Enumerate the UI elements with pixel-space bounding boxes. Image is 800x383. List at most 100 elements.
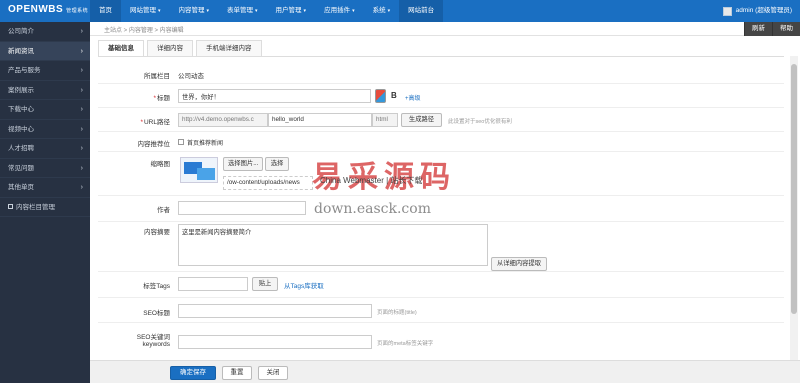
breadcrumb: 主站点 > 内容管理 > 内容编辑	[104, 28, 184, 34]
refresh-button[interactable]: 刷新	[744, 22, 772, 36]
form-actions-bar: 确定保存 重置 关闭	[90, 360, 800, 383]
category-label: 所属栏目	[144, 73, 170, 80]
row-seo-keywords: SEO关键词 keywords 页面的meta标签关键字	[98, 323, 784, 358]
chevron-right-icon: ›	[80, 28, 83, 35]
caret-down-icon: ▾	[158, 8, 161, 14]
seo-title-label: SEO标题	[143, 310, 170, 317]
chevron-right-icon: ›	[80, 184, 83, 191]
url-suffix: html	[372, 113, 398, 127]
row-summary: 内容摘要 这里是新闻内容摘要简介 从详细内容提取	[98, 222, 784, 272]
tags-input[interactable]	[178, 277, 248, 291]
caret-down-icon: ▾	[303, 8, 307, 14]
breadcrumb-bar: 主站点 > 内容管理 > 内容编辑 刷新 帮助	[90, 22, 800, 36]
sidebar-item-company[interactable]: 公司简介 ›	[0, 22, 90, 42]
sidebar-item-videos[interactable]: 视频中心 ›	[0, 120, 90, 139]
paste-tags-button[interactable]: 贴上	[252, 277, 278, 291]
chevron-right-icon: ›	[80, 67, 83, 74]
seo-keywords-label: SEO关键词	[136, 334, 170, 341]
user-menu[interactable]: admin (超级管理员)	[722, 0, 792, 22]
tab-detail-content[interactable]: 详细内容	[147, 40, 193, 56]
nav-plugins[interactable]: 应用插件 ▾	[315, 0, 364, 22]
chevron-right-icon: ›	[80, 125, 83, 133]
required-icon: *	[140, 119, 143, 126]
recommend-checkbox[interactable]	[178, 139, 184, 145]
summary-textarea[interactable]: 这里是新闻内容摘要简介	[178, 224, 488, 266]
caret-down-icon: ▾	[206, 8, 210, 14]
seo-title-input[interactable]	[178, 304, 372, 318]
sidebar: 公司简介 › 新闻资讯 › 产品与服务 › 案例展示 › 下载中心 › 视频中心 › 人才招…	[0, 22, 90, 383]
help-button[interactable]: 帮助	[772, 22, 800, 36]
seo-title-hint: 页面的标题(title)	[377, 310, 417, 316]
chevron-right-icon: ›	[80, 164, 83, 172]
top-nav: 首页 网站管理 ▾ 内容管理 ▾ 表单管理 ▾ 用户管理 ▾ 应用插件 ▾ 系统 ▾ 网站前…	[90, 0, 444, 22]
row-thumbnail: 缩略图 选择图片... 选择 /ow-content/uploads/news	[98, 152, 784, 196]
thumbnail-placeholder-icon	[180, 157, 218, 183]
generate-path-button[interactable]: 生成路径	[401, 113, 442, 127]
seo-keywords-label-en: keywords	[142, 341, 170, 348]
close-button[interactable]: 关闭	[258, 366, 288, 380]
header-actions: 刷新 帮助	[744, 22, 800, 36]
sidebar-item-jobs[interactable]: 人才招聘 ›	[0, 139, 90, 159]
avatar	[722, 6, 732, 16]
bold-toggle[interactable]: B	[391, 91, 397, 100]
color-picker-icon[interactable]	[375, 89, 386, 103]
scrollbar-thumb[interactable]	[791, 64, 797, 314]
nav-frontend[interactable]: 网站前台	[399, 0, 444, 22]
chevron-right-icon: ›	[80, 86, 83, 94]
advanced-link[interactable]: +高级	[405, 93, 421, 102]
reset-button[interactable]: 重置	[222, 366, 252, 380]
tab-mobile-content[interactable]: 手机端详细内容	[196, 40, 262, 56]
nav-user-management[interactable]: 用户管理 ▾	[267, 0, 316, 22]
caret-down-icon: ▾	[387, 8, 391, 14]
tags-label: 标签Tags	[143, 283, 170, 290]
save-button[interactable]: 确定保存	[170, 366, 216, 380]
chevron-right-icon: ›	[80, 47, 83, 55]
chevron-right-icon: ›	[80, 145, 83, 152]
seo-keywords-hint: 页面的meta标签关键字	[377, 341, 434, 347]
nav-home[interactable]: 首页	[90, 0, 121, 22]
sidebar-item-products[interactable]: 产品与服务 ›	[0, 61, 90, 81]
url-prefix: http://v4.demo.openwbs.c	[178, 113, 268, 127]
seo-keywords-input[interactable]	[178, 335, 372, 349]
extract-summary-button[interactable]: 从详细内容提取	[491, 257, 547, 271]
thumbnail-path-input[interactable]: /ow-content/uploads/news	[223, 176, 313, 190]
nav-form-management[interactable]: 表单管理 ▾	[218, 0, 267, 22]
tags-library-link[interactable]: 从Tags库获取	[284, 280, 324, 290]
recommend-option-label: 首页推荐新闻	[187, 141, 224, 147]
sidebar-item-faq[interactable]: 常见问题 ›	[0, 159, 90, 178]
url-path-input[interactable]: hello_world	[268, 113, 372, 127]
app-logo[interactable]: OPENWBS 管理系统	[8, 4, 88, 15]
category-value: 公司动态	[178, 73, 204, 80]
nav-content-management[interactable]: 内容管理 ▾	[170, 0, 219, 22]
choose-image-button[interactable]: 选择图片...	[223, 157, 263, 171]
row-title: *标题 世界，你好！ B +高级	[98, 84, 784, 108]
row-seo-title: SEO标题 页面的标题(title)	[98, 298, 784, 323]
sidebar-item-category-management[interactable]: 内容栏目管理	[0, 198, 90, 217]
row-category: 所属栏目 公司动态	[98, 62, 784, 84]
caret-down-icon: ▾	[255, 8, 258, 14]
vertical-scrollbar[interactable]	[790, 56, 798, 360]
row-url: *URL路径 http://v4.demo.openwbs.c hello_wo…	[98, 108, 784, 132]
author-input[interactable]	[178, 201, 306, 215]
sidebar-item-news[interactable]: 新闻资讯 ›	[0, 41, 90, 61]
top-navbar: OPENWBS 管理系统 首页 网站管理 ▾ 内容管理 ▾ 表单管理 ▾ 用户管理 ▾ 应…	[0, 0, 800, 22]
author-label: 作者	[157, 207, 170, 214]
tab-basic-info[interactable]: 基础信息	[98, 40, 144, 56]
title-input[interactable]: 世界，你好！	[178, 89, 371, 103]
row-tags: 标签Tags 贴上 从Tags库获取	[98, 272, 784, 298]
nav-site-management[interactable]: 网站管理 ▾	[121, 0, 170, 22]
select-image-button[interactable]: 选择	[265, 157, 289, 171]
sidebar-item-pages[interactable]: 其他单页 ›	[0, 178, 90, 198]
summary-label: 内容摘要	[144, 229, 170, 236]
tab-divider	[98, 56, 784, 57]
required-icon: *	[153, 95, 156, 102]
nav-system[interactable]: 系统 ▾	[364, 0, 400, 22]
user-name: admin (超级管理员)	[735, 7, 792, 14]
sidebar-item-downloads[interactable]: 下载中心 ›	[0, 100, 90, 120]
chevron-right-icon: ›	[80, 106, 83, 113]
url-hint: 此设置对于seo优化很有利	[448, 119, 512, 125]
title-label: *标题	[153, 95, 170, 102]
sidebar-item-cases[interactable]: 案例展示 ›	[0, 81, 90, 100]
tab-bar: 基础信息 详细内容 手机端详细内容	[98, 40, 265, 56]
grid-icon	[8, 204, 13, 210]
